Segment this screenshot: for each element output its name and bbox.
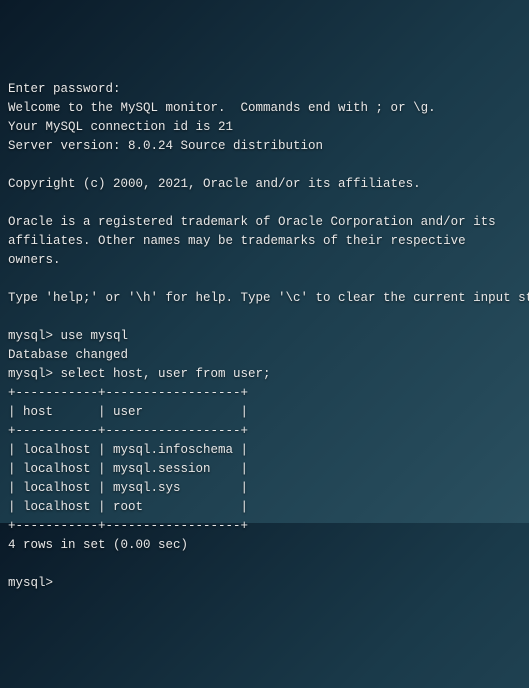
rows-in-set-line: 4 rows in set (0.00 sec) xyxy=(8,538,188,552)
trademark-line-3: owners. xyxy=(8,253,61,267)
table-row: | localhost | mysql.sys | xyxy=(8,481,248,495)
database-changed-line: Database changed xyxy=(8,348,128,362)
table-border-top: +-----------+------------------+ xyxy=(8,386,248,400)
command-use-mysql: mysql> use mysql xyxy=(8,329,128,343)
table-header: | host | user | xyxy=(8,405,248,419)
trademark-line-2: affiliates. Other names may be trademark… xyxy=(8,234,466,248)
table-border-mid: +-----------+------------------+ xyxy=(8,424,248,438)
trademark-line-1: Oracle is a registered trademark of Orac… xyxy=(8,215,496,229)
mysql-prompt[interactable]: mysql> xyxy=(8,576,61,590)
command-select: mysql> select host, user from user; xyxy=(8,367,271,381)
table-border-bottom: +-----------+------------------+ xyxy=(8,519,248,533)
server-version-line: Server version: 8.0.24 Source distributi… xyxy=(8,139,323,153)
copyright-line: Copyright (c) 2000, 2021, Oracle and/or … xyxy=(8,177,421,191)
table-row: | localhost | mysql.infoschema | xyxy=(8,443,248,457)
table-row: | localhost | mysql.session | xyxy=(8,462,248,476)
terminal-output[interactable]: Enter password: Welcome to the MySQL mon… xyxy=(8,80,521,593)
table-row: | localhost | root | xyxy=(8,500,248,514)
help-line: Type 'help;' or '\h' for help. Type '\c'… xyxy=(8,291,529,305)
connection-id-line: Your MySQL connection id is 21 xyxy=(8,120,233,134)
welcome-line: Welcome to the MySQL monitor. Commands e… xyxy=(8,101,436,115)
password-prompt: Enter password: xyxy=(8,82,121,96)
